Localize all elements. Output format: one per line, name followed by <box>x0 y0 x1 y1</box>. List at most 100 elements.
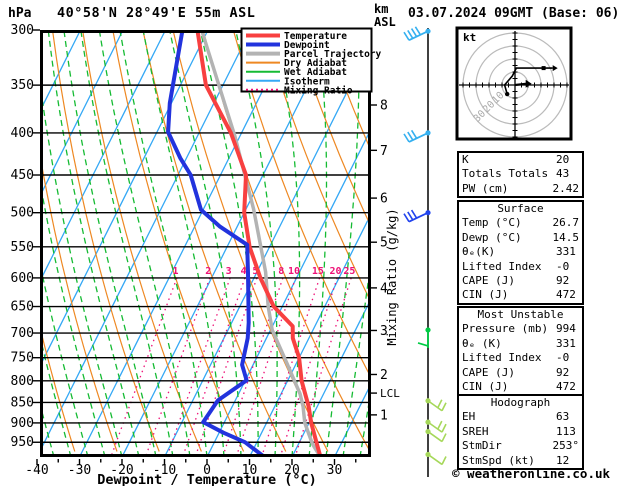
indices-label: Lifted Index <box>462 351 542 365</box>
indices-label: SREH <box>462 424 489 438</box>
indices-label: StmDir <box>462 439 502 453</box>
hodograph: 102030kt <box>455 26 573 141</box>
indices-row: Lifted Index -0 <box>459 351 582 365</box>
indices-value: 92 <box>556 274 570 288</box>
indices-value: 2.42 <box>552 181 580 195</box>
indices-label: Dewp (°C) <box>462 230 522 244</box>
indices-box: Surface Temp (°C) 26.7 Dewp (°C) 14.5 θₑ(K) 33… <box>457 200 584 305</box>
mixing-ratio-label: 3 <box>226 266 232 277</box>
lcl-label: LCL <box>380 387 400 400</box>
indices-label: θₑ (K) <box>462 336 502 350</box>
indices-label: EH <box>462 410 476 424</box>
indices-value: 43 <box>556 167 570 181</box>
wind-barb <box>403 26 431 42</box>
indices-value: 92 <box>556 365 570 379</box>
km-tick-label: 2 <box>380 368 388 383</box>
indices-label: θₑ(K) <box>462 245 496 259</box>
indices-row: PW (cm) 2.42 <box>459 182 582 196</box>
mixing-ratio-axis-title: Mixing Ratio (g/kg) <box>385 208 399 345</box>
indices-value: 994 <box>556 322 576 336</box>
indices-value: 26.7 <box>552 216 580 230</box>
pressure-tick-label: 700 <box>11 326 34 341</box>
indices-label: K <box>462 153 469 166</box>
temp-tick-label: -40 <box>25 463 48 478</box>
km-tick-label: 6 <box>380 192 388 207</box>
temp-tick-label: -30 <box>68 463 91 478</box>
wet-adiabat-line <box>80 31 174 456</box>
indices-label: Temp (°C) <box>462 216 522 230</box>
mixing-ratio-label: 2 <box>205 266 211 277</box>
indices-box: Hodograph EH 63 SREH 113 StmDir 253° StmSpd (kt… <box>457 394 584 471</box>
indices-row: EH 63 <box>459 410 582 424</box>
indices-row: θₑ (K) 331 <box>459 337 582 351</box>
indices-row: Lifted Index -0 <box>459 260 582 274</box>
indices-value: -0 <box>556 259 570 273</box>
indices-row: Totals Totals 43 <box>459 167 582 181</box>
wind-barb <box>403 209 431 223</box>
indices-value: 253° <box>552 439 580 453</box>
indices-section-header: Most Unstable <box>477 308 564 321</box>
pressure-tick-label: 900 <box>11 416 34 431</box>
indices-label: Lifted Index <box>462 259 542 273</box>
indices-row: CAPE (J) 92 <box>459 366 582 380</box>
pressure-tick-label: 850 <box>11 395 34 410</box>
wet-adiabat-line <box>41 89 123 456</box>
pressure-tick-label: 350 <box>11 78 34 93</box>
pressure-tick-label: 600 <box>11 271 34 286</box>
pressure-tick-label: 550 <box>11 240 34 255</box>
km-tick-label: 1 <box>380 408 388 423</box>
indices-label: StmSpd (kt) <box>462 453 535 467</box>
pressure-tick-label: 300 <box>11 23 34 38</box>
indices-row: CAPE (J) 92 <box>459 274 582 288</box>
km-tick-label: 7 <box>380 144 388 159</box>
indices-row: Pressure (mb) 994 <box>459 322 582 336</box>
indices-value: -0 <box>556 351 570 365</box>
mixing-ratio-label: 25 <box>343 266 355 277</box>
wind-barb <box>417 327 431 348</box>
indices-box: Most Unstable Pressure (mb) 994 θₑ (K) 331 Li… <box>457 306 584 397</box>
indices-row: Dewp (°C) 14.5 <box>459 231 582 245</box>
indices-label: CAPE (J) <box>462 365 515 379</box>
x-axis-title: Dewpoint / Temperature (°C) <box>97 472 316 486</box>
indices-box: K 20 Totals Totals 43 PW (cm) 2.42 <box>457 151 584 199</box>
indices-row: Temp (°C) 26.7 <box>459 216 582 230</box>
wind-barb <box>403 129 431 143</box>
indices-row: StmDir 253° <box>459 439 582 453</box>
indices-label: PW (cm) <box>462 181 509 195</box>
km-tick-label: 8 <box>380 99 388 114</box>
indices-value: 12 <box>556 453 570 467</box>
indices-section-header: Surface <box>497 202 544 215</box>
indices-value: 14.5 <box>552 230 580 244</box>
sounding-page: hPa 40°58'N 28°49'E 55m ASL km ASL 03.07.… <box>0 0 629 486</box>
indices-row: StmSpd (kt) 12 <box>459 454 582 468</box>
indices-value: 20 <box>556 153 570 166</box>
mixing-ratio-label: 15 <box>312 266 324 277</box>
indices-row: θₑ(K) 331 <box>459 245 582 259</box>
indices-row: K 20 <box>459 153 582 167</box>
indices-section-header: Hodograph <box>490 396 551 409</box>
indices-label: CIN (J) <box>462 380 509 394</box>
mixing-ratio-line <box>295 277 352 455</box>
pressure-tick-label: 400 <box>11 126 34 141</box>
chart-legend: TemperatureDewpointParcel TrajectoryDry … <box>240 27 382 96</box>
wet-adiabat-line <box>0 30 3 457</box>
indices-row: CIN (J) 472 <box>459 380 582 394</box>
indices-value: 113 <box>556 424 576 438</box>
indices-value: 331 <box>556 336 576 350</box>
indices-label: Totals Totals <box>462 167 549 181</box>
indices-value: 331 <box>556 245 576 259</box>
mixing-ratio-label: 10 <box>288 266 300 277</box>
pressure-tick-label: 800 <box>11 374 34 389</box>
pressure-tick-label: 650 <box>11 300 34 315</box>
indices-row: SREH 113 <box>459 425 582 439</box>
indices-value: 472 <box>556 380 576 394</box>
wind-barb-column <box>403 26 447 477</box>
indices-row: CIN (J) 472 <box>459 288 582 302</box>
mixing-ratio-label: 20 <box>329 266 341 277</box>
pressure-tick-label: 950 <box>11 435 34 450</box>
mixing-ratio-label: 8 <box>278 266 284 277</box>
indices-label: CAPE (J) <box>462 274 515 288</box>
hodograph-unit-label: kt <box>463 31 476 44</box>
indices-value: 63 <box>556 410 570 424</box>
dry-adiabat-line <box>82 31 202 452</box>
